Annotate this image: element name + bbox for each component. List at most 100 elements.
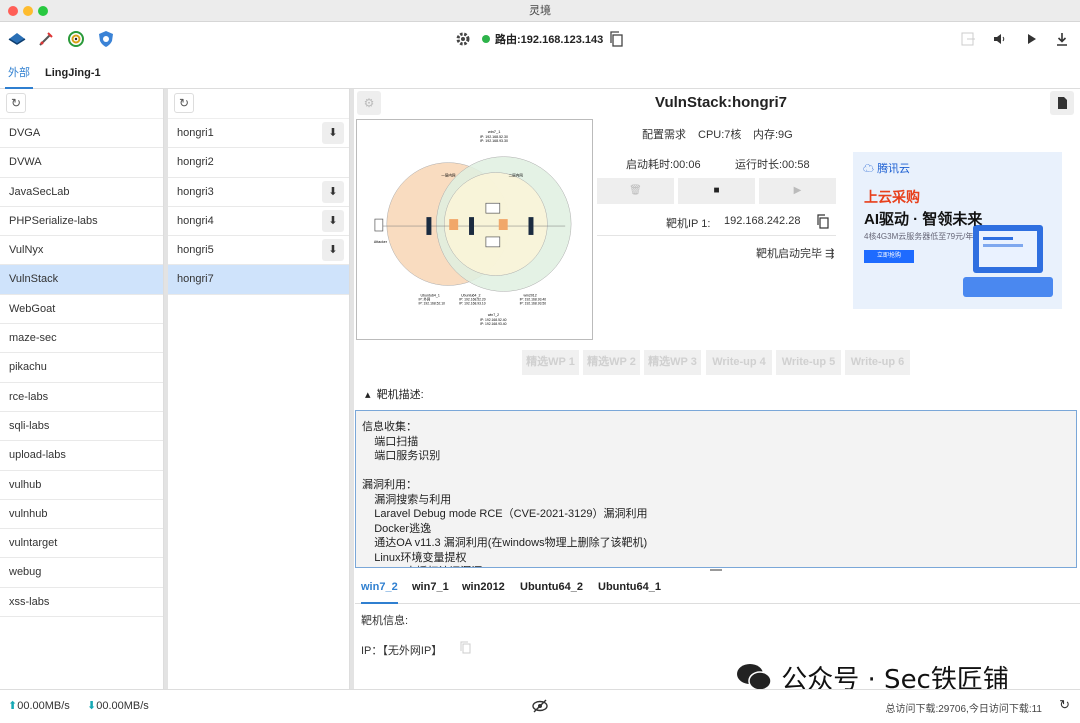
lab-item[interactable]: DVGA — [0, 119, 163, 149]
host-tab[interactable]: Ubuntu64_1 — [598, 581, 661, 604]
upload-speed-value: 00.00MB/s — [17, 700, 70, 712]
lab-item[interactable]: VulNyx — [0, 236, 163, 266]
target-item[interactable]: hongri4 ⬇ — [168, 207, 349, 237]
tab-external[interactable]: 外部 — [5, 66, 33, 89]
page-title: VulnStack:hongri7 — [655, 94, 787, 111]
detail-panel: ⚙ VulnStack:hongri7 win7_1 IP: 192.168.5… — [355, 89, 1080, 689]
window-title: 灵境 — [529, 5, 551, 17]
ad-button[interactable]: 立即抢购 — [864, 250, 914, 263]
lab-refresh-bar: ↻ — [0, 89, 163, 119]
target-item-label: hongri1 — [177, 127, 214, 139]
layers-icon[interactable] — [8, 30, 26, 48]
wechat-icon — [735, 662, 773, 692]
start-button[interactable]: ▶ — [759, 178, 836, 204]
host-tab[interactable]: win7_2 — [361, 581, 398, 604]
download-speed-value: 00.00MB/s — [96, 700, 149, 712]
close-window-button[interactable] — [8, 6, 18, 16]
lab-item[interactable]: VulnStack — [0, 265, 163, 295]
gear-icon[interactable] — [454, 30, 472, 48]
diagram-host-label: win7_2 — [488, 313, 499, 317]
description-textarea[interactable]: 信息收集： 端口扫描 端口服务识别 漏洞利用： 漏洞搜索与利用 Laravel … — [355, 410, 1077, 568]
hidden-eye-icon[interactable] — [532, 699, 548, 713]
document-icon — [1058, 97, 1067, 109]
download-icon[interactable] — [1054, 31, 1070, 47]
network-diagram: win7_1 IP: 192.168.52.30 IP: 192.168.93.… — [356, 119, 593, 340]
settings-button[interactable]: ⚙ — [357, 91, 381, 115]
collapse-caret-icon[interactable]: ▴ — [365, 389, 371, 401]
cloud-icon: ☁ — [863, 163, 874, 175]
top-tabs: 外部 LingJing-1 — [0, 56, 1080, 89]
refresh-icon[interactable]: ↻ — [1059, 697, 1070, 713]
description-header-label: 靶机描述: — [376, 389, 424, 401]
document-button[interactable] — [1050, 91, 1074, 115]
lab-list: ↻ DVGA DVWA JavaSecLab PHPSerialize-labs Vul… — [0, 89, 164, 689]
title-bar: 灵境 — [0, 0, 1080, 22]
writeup-button[interactable]: Write-up 5 — [776, 350, 841, 375]
memory-info: 内存:9G — [753, 129, 793, 141]
lab-item[interactable]: JavaSecLab — [0, 178, 163, 207]
lab-item[interactable]: DVWA — [0, 148, 163, 178]
lab-item[interactable]: PHPSerialize-labs — [0, 207, 163, 237]
shield-icon[interactable] — [97, 30, 115, 48]
download-icon[interactable]: ⬇ — [322, 180, 344, 203]
lab-item[interactable]: maze-sec — [0, 324, 163, 354]
zoom-window-button[interactable] — [38, 6, 48, 16]
writeup-button[interactable]: 精选WP 2 — [583, 350, 640, 375]
lab-item[interactable]: xss-labs — [0, 588, 163, 618]
lab-item[interactable]: WebGoat — [0, 295, 163, 325]
copy-icon[interactable] — [815, 213, 831, 229]
target-item[interactable]: hongri1 ⬇ — [168, 119, 349, 149]
download-icon[interactable]: ⬇ — [322, 239, 344, 262]
lab-item[interactable]: rce-labs — [0, 383, 163, 412]
delete-button[interactable]: 🗑 — [597, 178, 674, 204]
stop-button[interactable]: ■ — [678, 178, 755, 204]
ad-brand-name: 腾讯云 — [877, 163, 911, 175]
advertisement-banner[interactable]: ☁ 腾讯云 上云采购 AI驱动 · 智领未来 4核4G3M云服务器低至79元/年… — [853, 152, 1062, 309]
lab-item[interactable]: pikachu — [0, 353, 163, 383]
target-item[interactable]: hongri7 — [168, 265, 349, 295]
diagram-ip-label: IP: 192.168.93.30 — [480, 139, 508, 143]
writeup-button[interactable]: 精选WP 3 — [644, 350, 701, 375]
splitter[interactable] — [350, 89, 354, 689]
writeup-button[interactable]: Write-up 4 — [706, 350, 772, 375]
target-icon[interactable] — [67, 30, 85, 48]
host-tab[interactable]: Ubuntu64_2 — [520, 581, 583, 604]
volume-icon[interactable] — [991, 31, 1007, 47]
description-header[interactable]: ▴ 靶机描述: — [365, 386, 424, 402]
syringe-icon[interactable] — [37, 30, 55, 48]
host-tab[interactable]: win2012 — [462, 581, 505, 604]
lab-item[interactable]: upload-labs — [0, 441, 163, 471]
divider — [597, 235, 836, 236]
target-item[interactable]: hongri3 ⬇ — [168, 178, 349, 207]
route-label: 路由:192.168.123.143 — [495, 34, 604, 46]
lab-item[interactable]: vulnhub — [0, 500, 163, 530]
ad-line3: 4核4G3M云服务器低至79元/年 — [864, 232, 974, 241]
download-icon[interactable]: ⬇ — [322, 209, 344, 232]
target-item-label: hongri2 — [177, 156, 214, 169]
target-item-label: hongri7 — [177, 273, 214, 286]
lab-item[interactable]: webug — [0, 558, 163, 588]
lab-item[interactable]: vulntarget — [0, 529, 163, 559]
writeup-button[interactable]: 精选WP 1 — [522, 350, 579, 375]
target-item[interactable]: hongri2 — [168, 148, 349, 178]
target-refresh-bar: ↻ — [168, 89, 349, 119]
host-tab[interactable]: win7_1 — [412, 581, 449, 604]
minimize-window-button[interactable] — [23, 6, 33, 16]
boot-status-text: 靶机启动完毕 — [756, 248, 822, 260]
visit-stats: 总访问下载:29706,今日访问下载:11 — [885, 704, 1042, 715]
copy-icon[interactable] — [459, 640, 473, 654]
toolbar: 路由:192.168.123.143 — [0, 22, 1080, 56]
copy-icon[interactable] — [608, 30, 626, 48]
upload-speed: ⬆00.00MB/s — [8, 699, 70, 712]
resize-handle[interactable] — [710, 569, 722, 571]
lab-item[interactable]: vulhub — [0, 471, 163, 500]
play-icon[interactable] — [1023, 31, 1039, 47]
download-icon[interactable]: ⬇ — [322, 122, 344, 144]
target-item[interactable]: hongri5 ⬇ — [168, 236, 349, 266]
refresh-icon[interactable]: ↻ — [6, 93, 26, 113]
lab-item[interactable]: sqli-labs — [0, 412, 163, 442]
writeup-button[interactable]: Write-up 6 — [845, 350, 910, 375]
exit-icon[interactable] — [960, 31, 976, 47]
tab-lingjing-1[interactable]: LingJing-1 — [45, 66, 101, 89]
refresh-icon[interactable]: ↻ — [174, 93, 194, 113]
